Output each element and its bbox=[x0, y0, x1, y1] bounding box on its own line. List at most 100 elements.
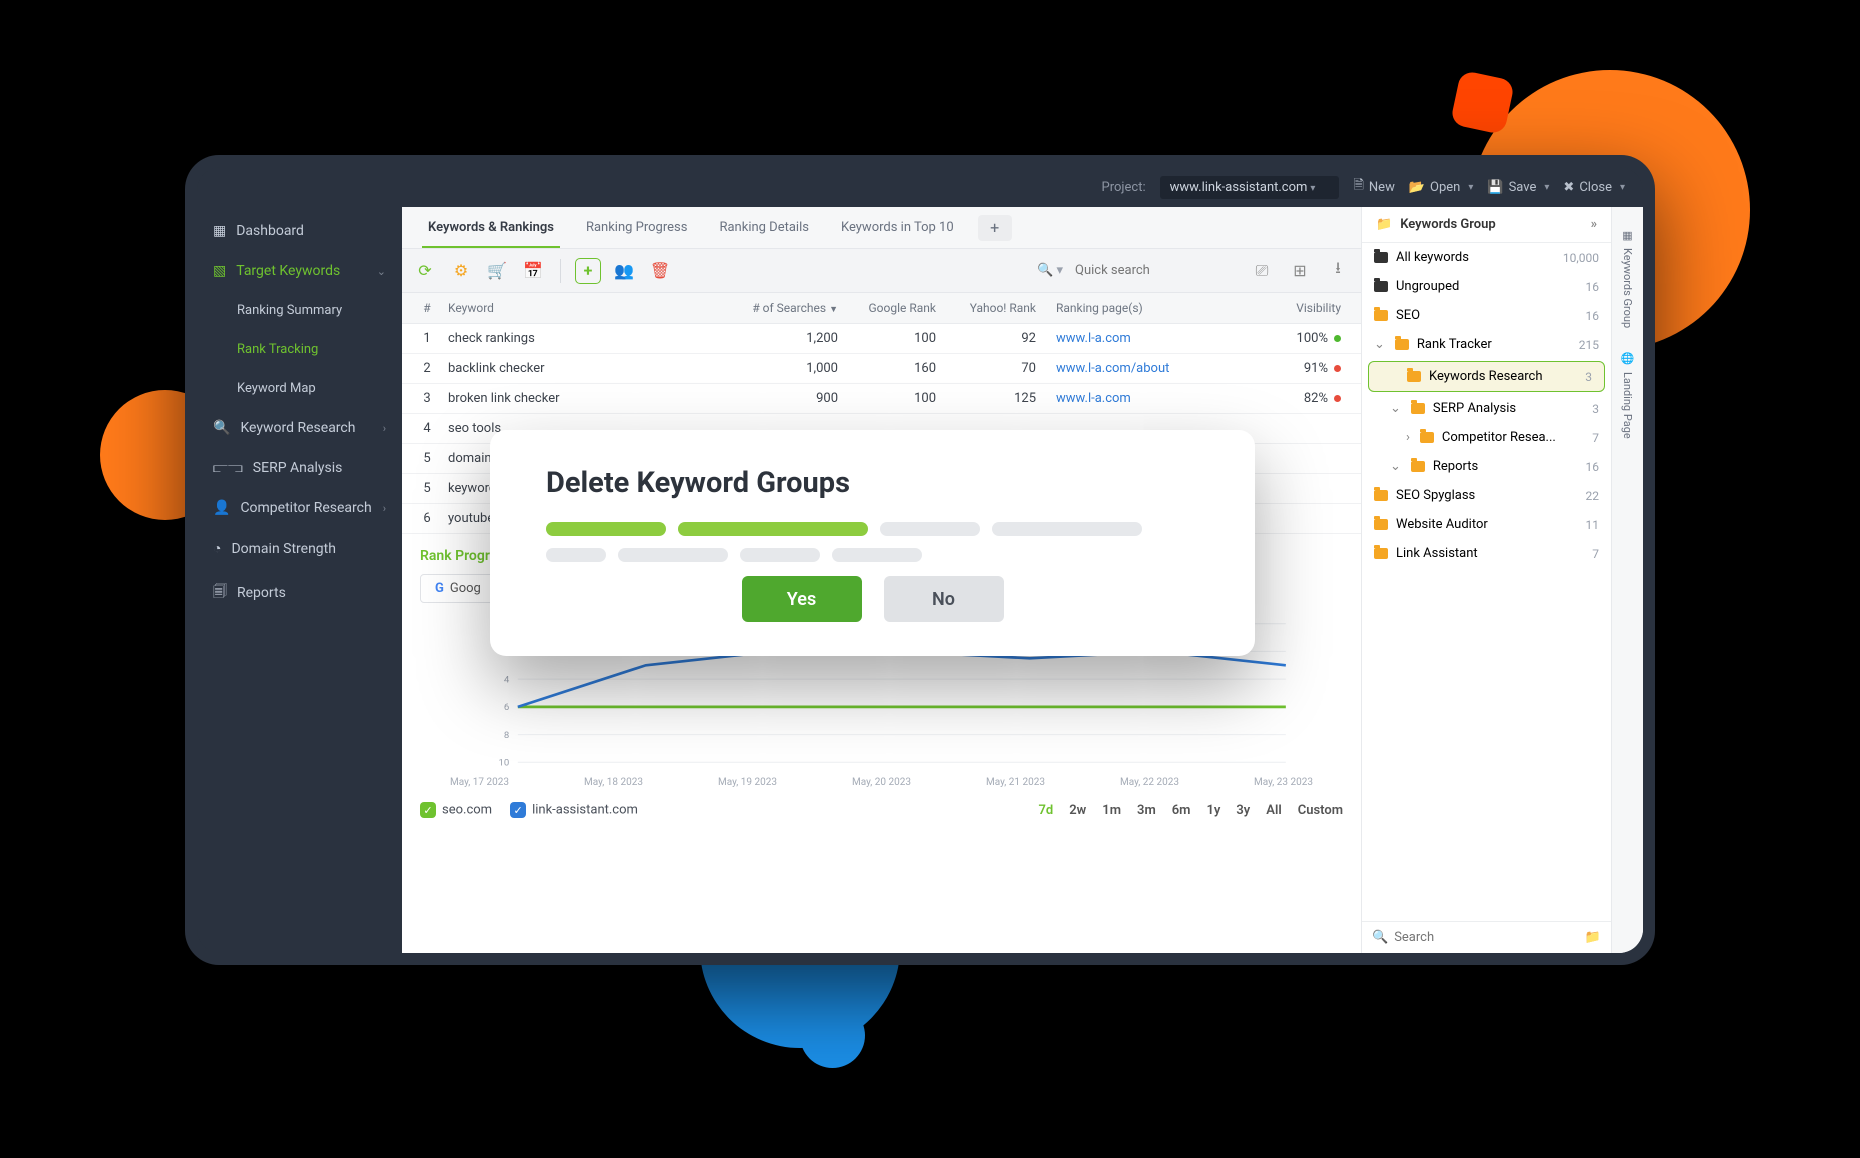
group-item[interactable]: ⌄Rank Tracker215 bbox=[1362, 330, 1611, 359]
sidebar-item-competitor-research[interactable]: 👤Competitor Research› bbox=[197, 488, 402, 528]
new-button[interactable]: 🗎New bbox=[1353, 176, 1394, 198]
col-page[interactable]: Ranking page(s) bbox=[1036, 301, 1251, 315]
folder-add-icon[interactable]: 📁 bbox=[1585, 930, 1601, 945]
toolbar-right: ⎚ ⊞ ⭳ bbox=[1249, 258, 1351, 284]
group-item[interactable]: SEO Spyglass22 bbox=[1362, 481, 1611, 510]
label: Competitor Resea... bbox=[1442, 430, 1584, 445]
tab-add[interactable]: + bbox=[978, 215, 1012, 241]
range-6m[interactable]: 6m bbox=[1172, 803, 1191, 818]
table-row[interactable]: 3 broken link checker 900 100 125 www.l-… bbox=[402, 384, 1361, 414]
sidebar-item-keyword-map[interactable]: Keyword Map bbox=[197, 369, 402, 408]
group-item[interactable]: Website Auditor11 bbox=[1362, 510, 1611, 539]
vertical-tabs: ▦ Keywords Group 🌐 Landing Page bbox=[1611, 207, 1643, 953]
sidebar-item-target-keywords[interactable]: ▧Target Keywords⌄ bbox=[197, 251, 402, 291]
delete-icon[interactable]: 🗑 bbox=[647, 258, 673, 284]
col-yahoo[interactable]: Yahoo! Rank bbox=[936, 301, 1036, 315]
filter-icon[interactable]: ⎚ bbox=[1249, 258, 1275, 284]
grid-icon[interactable]: ⊞ bbox=[1287, 258, 1313, 284]
save-button[interactable]: 💾Save bbox=[1487, 180, 1549, 195]
export-icon[interactable]: ⭳ bbox=[1325, 258, 1351, 284]
cell-num: 4 bbox=[412, 421, 442, 436]
status-dot bbox=[1334, 365, 1341, 372]
x-tick: May, 22 2023 bbox=[1120, 777, 1179, 788]
sidebar: ▦Dashboard ▧Target Keywords⌄ Ranking Sum… bbox=[197, 207, 402, 953]
group-item[interactable]: ›Competitor Resea...7 bbox=[1362, 423, 1611, 452]
sidebar-item-serp-analysis[interactable]: ⫍⫎SERP Analysis bbox=[197, 448, 402, 488]
range-1y[interactable]: 1y bbox=[1206, 803, 1220, 818]
legend-seo[interactable]: ✓seo.com bbox=[420, 802, 492, 818]
col-google[interactable]: Google Rank bbox=[846, 301, 936, 315]
sidebar-item-dashboard[interactable]: ▦Dashboard bbox=[197, 211, 402, 251]
group-item[interactable]: ⌄Reports16 bbox=[1362, 452, 1611, 481]
sidebar-item-ranking-summary[interactable]: Ranking Summary bbox=[197, 291, 402, 330]
sidebar-item-keyword-research[interactable]: 🔍Keyword Research› bbox=[197, 408, 402, 448]
calendar-icon[interactable]: 📅 bbox=[520, 258, 546, 284]
tab-ranking-progress[interactable]: Ranking Progress bbox=[570, 207, 704, 248]
label: Target Keywords bbox=[236, 263, 340, 279]
sidebar-item-reports[interactable]: 🗐Reports bbox=[197, 569, 402, 617]
tab-keywords-top10[interactable]: Keywords in Top 10 bbox=[825, 207, 970, 248]
cart-icon[interactable]: 🛒 bbox=[484, 258, 510, 284]
group-item[interactable]: SEO16 bbox=[1362, 301, 1611, 330]
users-icon[interactable]: 👥 bbox=[611, 258, 637, 284]
range-3y[interactable]: 3y bbox=[1236, 803, 1250, 818]
search-dropdown[interactable]: 🔍 ▾ bbox=[1037, 263, 1063, 278]
sidebar-item-rank-tracking[interactable]: Rank Tracking bbox=[197, 330, 402, 369]
sidebar-item-domain-strength[interactable]: ◔Domain Strength bbox=[197, 528, 402, 569]
folder-icon bbox=[1407, 371, 1421, 382]
cell-visibility: 91% bbox=[1251, 361, 1351, 376]
text-placeholder bbox=[880, 522, 980, 536]
col-keyword[interactable]: Keyword bbox=[442, 301, 688, 315]
range-all[interactable]: All bbox=[1266, 803, 1281, 818]
person-icon: 👤 bbox=[213, 500, 230, 516]
count: 11 bbox=[1586, 518, 1600, 532]
label: SERP Analysis bbox=[253, 460, 343, 476]
table-row[interactable]: 2 backlink checker 1,000 160 70 www.l-a.… bbox=[402, 354, 1361, 384]
open-button[interactable]: 📂Open bbox=[1409, 180, 1474, 195]
page-link[interactable]: www.l-a.com bbox=[1056, 391, 1131, 406]
add-keyword-button[interactable]: + bbox=[575, 258, 601, 284]
close-label: Close bbox=[1579, 180, 1612, 195]
project-select[interactable]: www.link-assistant.com bbox=[1160, 176, 1340, 199]
chevron-right-icon: › bbox=[383, 502, 386, 515]
tab-ranking-details[interactable]: Ranking Details bbox=[703, 207, 825, 248]
group-item[interactable]: Ungrouped16 bbox=[1362, 272, 1611, 301]
chart-filter-google[interactable]: GGoog bbox=[420, 574, 496, 603]
legend-linkassistant[interactable]: ✓link-assistant.com bbox=[510, 802, 638, 818]
vtab-landing-page[interactable]: 🌐 Landing Page bbox=[1621, 340, 1634, 450]
new-label: New bbox=[1369, 180, 1395, 195]
col-visibility[interactable]: Visibility bbox=[1251, 301, 1351, 315]
rp-list: All keywords10,000Ungrouped16SEO16⌄Rank … bbox=[1362, 243, 1611, 921]
vtab-keywords-group[interactable]: ▦ Keywords Group bbox=[1621, 217, 1634, 340]
group-item[interactable]: All keywords10,000 bbox=[1362, 243, 1611, 272]
table-row[interactable]: 1 check rankings 1,200 100 92 www.l-a.co… bbox=[402, 324, 1361, 354]
group-item[interactable]: Link Assistant7 bbox=[1362, 539, 1611, 568]
col-num[interactable]: # bbox=[412, 301, 442, 315]
text-placeholder bbox=[546, 548, 606, 562]
yes-button[interactable]: Yes bbox=[742, 576, 862, 622]
modal-buttons: Yes No bbox=[546, 576, 1199, 622]
collapse-button[interactable]: » bbox=[1591, 217, 1597, 232]
range-custom[interactable]: Custom bbox=[1298, 803, 1343, 818]
refresh-icon[interactable]: ⟳ bbox=[412, 258, 438, 284]
search-input[interactable] bbox=[1069, 259, 1229, 282]
page-link[interactable]: www.l-a.com bbox=[1056, 331, 1131, 346]
range-7d[interactable]: 7d bbox=[1039, 803, 1054, 818]
settings-icon[interactable]: ⚙ bbox=[448, 258, 474, 284]
range-2w[interactable]: 2w bbox=[1069, 803, 1086, 818]
page-link[interactable]: www.l-a.com/about bbox=[1056, 361, 1169, 376]
no-button[interactable]: No bbox=[884, 576, 1004, 622]
range-1m[interactable]: 1m bbox=[1102, 803, 1121, 818]
close-button[interactable]: ✖Close bbox=[1563, 180, 1625, 195]
group-item[interactable]: ⌄SERP Analysis3 bbox=[1362, 394, 1611, 423]
count: 16 bbox=[1586, 460, 1600, 474]
group-item[interactable]: Keywords Research3 bbox=[1368, 361, 1605, 392]
label: Ungrouped bbox=[1396, 279, 1578, 294]
rp-search-input[interactable] bbox=[1394, 930, 1579, 945]
delete-modal: Delete Keyword Groups Yes No bbox=[490, 430, 1255, 656]
tab-keywords-rankings[interactable]: Keywords & Rankings bbox=[412, 207, 570, 248]
text-placeholder bbox=[546, 522, 666, 536]
cell-visibility: 100% bbox=[1251, 331, 1351, 346]
col-searches[interactable]: # of Searches ▼ bbox=[688, 301, 846, 315]
range-3m[interactable]: 3m bbox=[1137, 803, 1156, 818]
